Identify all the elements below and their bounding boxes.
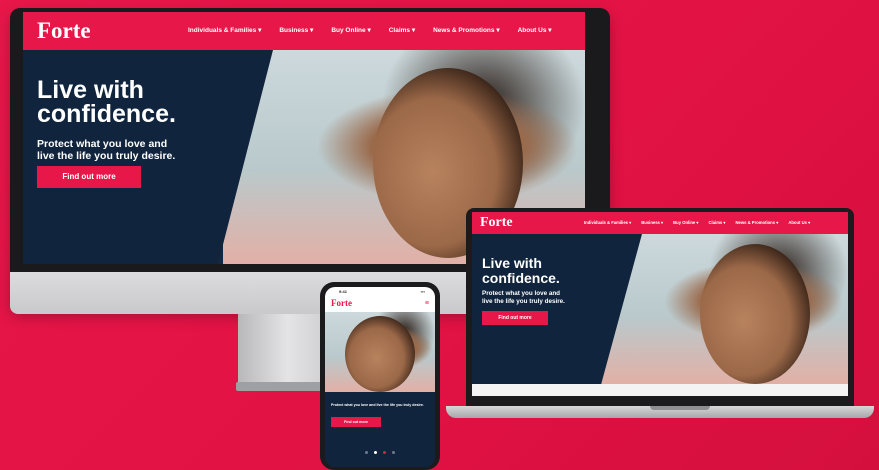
nav-item-news[interactable]: News & Promotions ▾ (736, 220, 779, 225)
nav-item-individuals[interactable]: Individuals & Families ▾ (188, 26, 261, 34)
hero-subtitle: Protect what you love and live the life … (37, 138, 176, 162)
laptop-notch (650, 406, 710, 410)
nav-item-business[interactable]: Business ▾ (641, 220, 663, 225)
hero-title: Live with confidence. (482, 255, 560, 286)
find-out-more-button[interactable]: Find out more (37, 166, 141, 188)
phone-hero-text: Protect what you love and live the life … (331, 403, 424, 407)
hero-subtitle: Protect what you love and live the life … (482, 290, 565, 305)
phone-logo[interactable]: Forte (331, 298, 352, 308)
signal-icon: ▪▪▪ (420, 289, 425, 294)
carousel-dots (365, 451, 395, 454)
hero-photo-face (345, 316, 415, 392)
hero-photo (325, 312, 435, 392)
carousel-dot-active[interactable] (374, 451, 377, 454)
nav-item-business[interactable]: Business ▾ (279, 26, 313, 34)
nav-item-news[interactable]: News & Promotions ▾ (433, 26, 499, 34)
find-out-more-button[interactable]: Find out more (331, 417, 381, 427)
hero-photo (600, 234, 848, 384)
desktop-logo[interactable]: Forte (37, 18, 91, 44)
hamburger-menu-icon[interactable]: ≡ (425, 300, 429, 307)
find-out-more-button[interactable]: Find out more (482, 311, 548, 325)
laptop-site-header: Forte Individuals & Families ▾ Business … (472, 212, 848, 234)
phone-status-bar: 9:41 ▪▪▪ (325, 287, 435, 296)
phone-clock: 9:41 (339, 289, 348, 294)
laptop-screen: Forte Individuals & Families ▾ Business … (472, 212, 848, 396)
carousel-dot[interactable] (365, 451, 368, 454)
hero-title: Live with confidence. (37, 76, 176, 128)
nav-item-buy-online[interactable]: Buy Online ▾ (331, 26, 370, 34)
laptop-hero: Live with confidence. Protect what you l… (472, 234, 848, 384)
nav-item-about[interactable]: About Us ▾ (518, 26, 552, 34)
laptop-nav: Individuals & Families ▾ Business ▾ Buy … (584, 220, 820, 225)
carousel-dot[interactable] (392, 451, 395, 454)
carousel-dot[interactable] (383, 451, 386, 454)
desktop-nav: Individuals & Families ▾ Business ▾ Buy … (188, 26, 570, 34)
nav-item-claims[interactable]: Claims ▾ (709, 220, 726, 225)
laptop-footer-strip (472, 384, 848, 396)
phone-site-header: Forte ≡ (325, 296, 435, 312)
desktop-site-header: Forte Individuals & Families ▾ Business … (23, 12, 585, 50)
laptop-logo[interactable]: Forte (480, 215, 513, 231)
nav-item-buy-online[interactable]: Buy Online ▾ (673, 220, 698, 225)
nav-item-claims[interactable]: Claims ▾ (389, 26, 415, 34)
nav-item-about[interactable]: About Us ▾ (788, 220, 810, 225)
hero-photo-face (700, 244, 810, 384)
nav-item-individuals[interactable]: Individuals & Families ▾ (584, 220, 631, 225)
phone-screen: 9:41 ▪▪▪ Forte ≡ Protect what you love a… (325, 287, 435, 467)
